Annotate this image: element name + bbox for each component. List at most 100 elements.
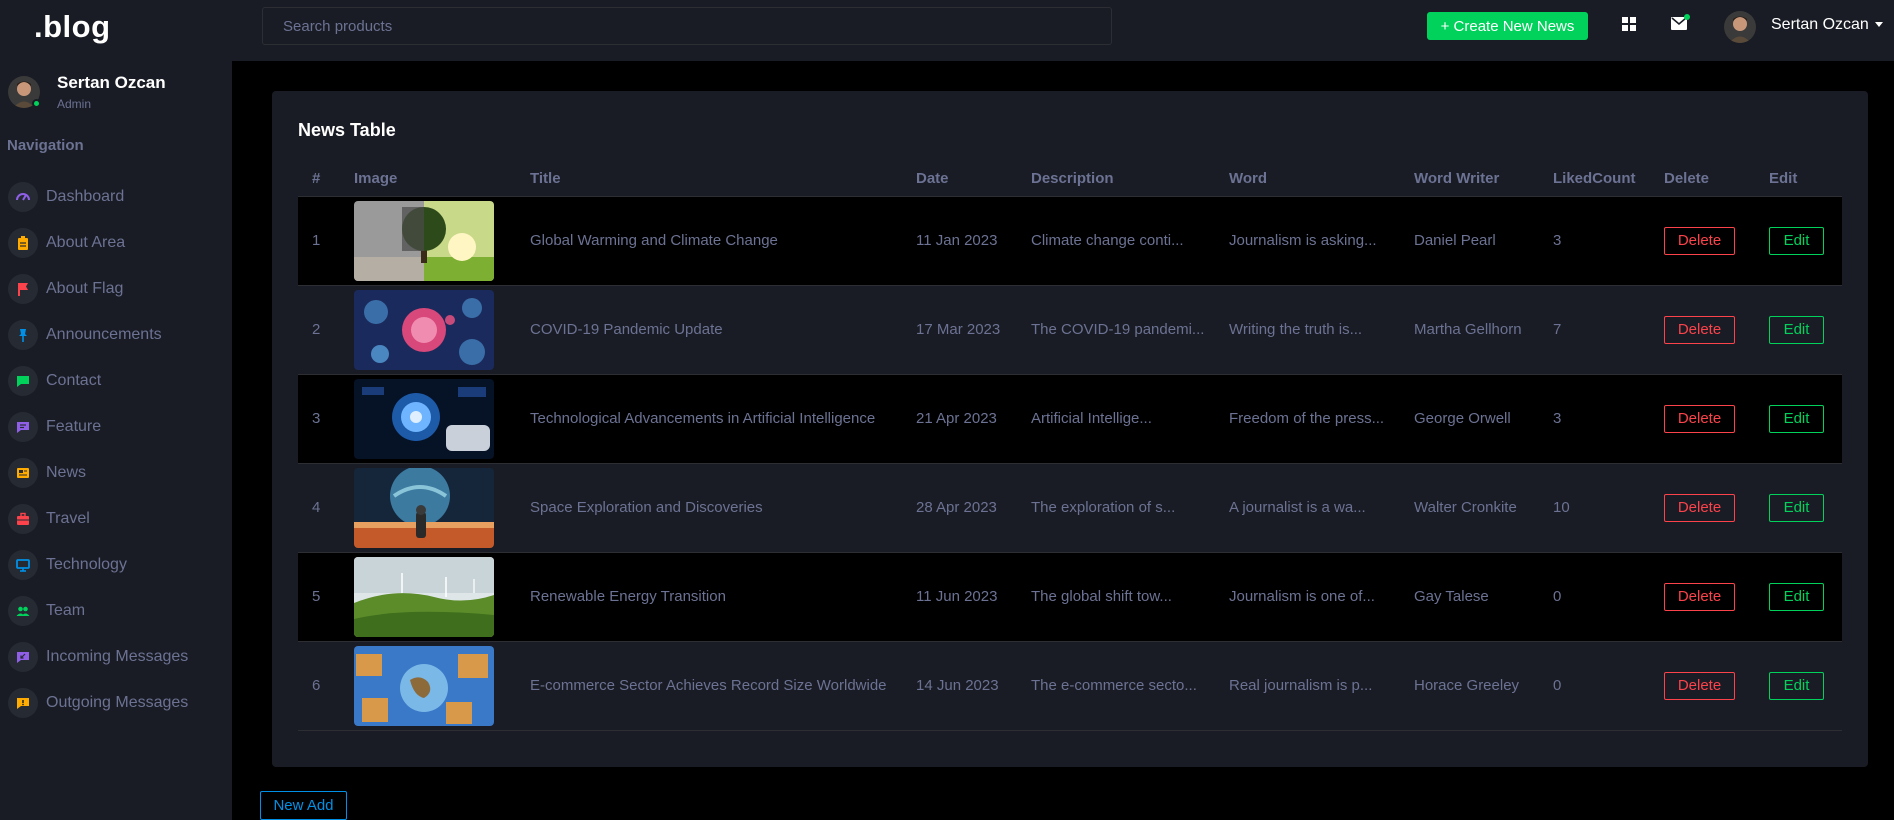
table-row: 5 Renewable Energy Transition 11 Jun 2023 T… <box>298 552 1842 642</box>
sidebar-item-outgoing-messages[interactable]: Outgoing Messages <box>0 680 232 726</box>
chat-icon <box>8 366 38 396</box>
column-header: # <box>298 162 354 197</box>
new-add-button[interactable]: New Add <box>260 791 347 820</box>
news-description: The e-commerce secto... <box>1031 641 1229 731</box>
delete-button[interactable]: Delete <box>1664 226 1735 255</box>
sidebar-item-technology[interactable]: Technology <box>0 542 232 588</box>
word-writer: Walter Cronkite <box>1414 463 1553 553</box>
grid-icon[interactable] <box>1616 11 1642 37</box>
sidebar-item-about-area[interactable]: About Area <box>0 220 232 266</box>
sidebar-item-feature[interactable]: Feature <box>0 404 232 450</box>
notification-dot <box>1684 14 1690 20</box>
news-thumbnail <box>354 378 494 459</box>
news-title: Space Exploration and Discoveries <box>530 463 916 553</box>
sidebar: Sertan Ozcan Admin Navigation Dashboard A… <box>0 61 232 820</box>
speedometer-icon <box>8 182 38 212</box>
news-icon <box>8 458 38 488</box>
news-description: Climate change conti... <box>1031 196 1229 286</box>
news-description: Artificial Intellige... <box>1031 374 1229 464</box>
sidebar-item-label: News <box>46 464 87 481</box>
news-title: COVID-19 Pandemic Update <box>530 285 916 375</box>
table-header-row: # Image Title Date Description Word Word… <box>298 162 1842 197</box>
message-in-icon <box>8 642 38 672</box>
delete-cell: Delete <box>1664 641 1769 731</box>
table-row: 2 COVID-19 Pandemic Update 17 Mar 2023 The … <box>298 285 1842 375</box>
edit-cell: Edit <box>1769 463 1842 553</box>
sidebar-item-travel[interactable]: Travel <box>0 496 232 542</box>
edit-button[interactable]: Edit <box>1769 226 1824 255</box>
news-image-cell <box>354 196 530 286</box>
edit-button[interactable]: Edit <box>1769 493 1824 522</box>
delete-button[interactable]: Delete <box>1664 671 1735 700</box>
card-title: News Table <box>298 120 396 140</box>
sidebar-item-label: Incoming Messages <box>46 648 189 665</box>
news-title: E-commerce Sector Achieves Record Size W… <box>530 641 916 731</box>
news-thumbnail <box>354 289 494 370</box>
edit-button[interactable]: Edit <box>1769 671 1824 700</box>
sidebar-item-announcements[interactable]: Announcements <box>0 312 232 358</box>
online-status-dot <box>32 99 41 108</box>
word-writer: George Orwell <box>1414 374 1553 464</box>
edit-cell: Edit <box>1769 552 1842 642</box>
column-header: Description <box>1031 162 1229 197</box>
liked-count: 0 <box>1553 552 1664 642</box>
create-new-news-button[interactable]: + Create New News <box>1427 12 1588 40</box>
mail-icon[interactable] <box>1666 10 1692 36</box>
sidebar-item-incoming-messages[interactable]: Incoming Messages <box>0 634 232 680</box>
top-navbar: .blog + Create New News Sertan Ozcan <box>0 0 1894 61</box>
sidebar-item-label: About Area <box>46 234 126 251</box>
sidebar-item-label: Contact <box>46 372 102 389</box>
sidebar-item-contact[interactable]: Contact <box>0 358 232 404</box>
news-word: Writing the truth is... <box>1229 285 1414 375</box>
sidebar-item-label: Announcements <box>46 326 162 343</box>
delete-button[interactable]: Delete <box>1664 404 1735 433</box>
delete-cell: Delete <box>1664 196 1769 286</box>
row-number: 2 <box>298 285 354 375</box>
delete-button[interactable]: Delete <box>1664 582 1735 611</box>
edit-cell: Edit <box>1769 285 1842 375</box>
sidebar-item-news[interactable]: News <box>0 450 232 496</box>
row-number: 1 <box>298 196 354 286</box>
row-number: 3 <box>298 374 354 464</box>
delete-button[interactable]: Delete <box>1664 493 1735 522</box>
news-date: 21 Apr 2023 <box>916 374 1031 464</box>
delete-cell: Delete <box>1664 552 1769 642</box>
edit-button[interactable]: Edit <box>1769 582 1824 611</box>
liked-count: 0 <box>1553 641 1664 731</box>
news-title: Global Warming and Climate Change <box>530 196 916 286</box>
row-number: 5 <box>298 552 354 642</box>
news-word: Freedom of the press... <box>1229 374 1414 464</box>
news-table: # Image Title Date Description Word Word… <box>298 162 1842 731</box>
liked-count: 3 <box>1553 196 1664 286</box>
news-image-cell <box>354 552 530 642</box>
clipboard-icon <box>8 228 38 258</box>
table-row: 4 Space Exploration and Discoveries 28 Apr… <box>298 463 1842 553</box>
news-date: 11 Jan 2023 <box>916 196 1031 286</box>
edit-cell: Edit <box>1769 374 1842 464</box>
word-writer: Martha Gellhorn <box>1414 285 1553 375</box>
news-date: 17 Mar 2023 <box>916 285 1031 375</box>
briefcase-icon <box>8 504 38 534</box>
table-row: 3 Technological Advancements in Artificia… <box>298 374 1842 464</box>
news-thumbnail <box>354 645 494 726</box>
profile-role: Admin <box>57 97 92 111</box>
search-box[interactable] <box>262 7 1112 45</box>
news-image-cell <box>354 374 530 464</box>
news-table-card: News Table # Image Title Date Descriptio… <box>272 91 1868 767</box>
edit-cell: Edit <box>1769 196 1842 286</box>
column-header: Word <box>1229 162 1414 197</box>
liked-count: 7 <box>1553 285 1664 375</box>
delete-button[interactable]: Delete <box>1664 315 1735 344</box>
sidebar-item-dashboard[interactable]: Dashboard <box>0 174 232 220</box>
edit-button[interactable]: Edit <box>1769 315 1824 344</box>
liked-count: 3 <box>1553 374 1664 464</box>
sidebar-item-team[interactable]: Team <box>0 588 232 634</box>
sidebar-item-about-flag[interactable]: About Flag <box>0 266 232 312</box>
sidebar-item-label: Dashboard <box>46 188 125 205</box>
delete-cell: Delete <box>1664 374 1769 464</box>
edit-button[interactable]: Edit <box>1769 404 1824 433</box>
avatar[interactable] <box>1724 11 1756 43</box>
user-menu[interactable]: Sertan Ozcan <box>1771 16 1883 34</box>
brand-logo[interactable]: .blog <box>34 9 111 45</box>
search-input[interactable] <box>263 8 1111 44</box>
